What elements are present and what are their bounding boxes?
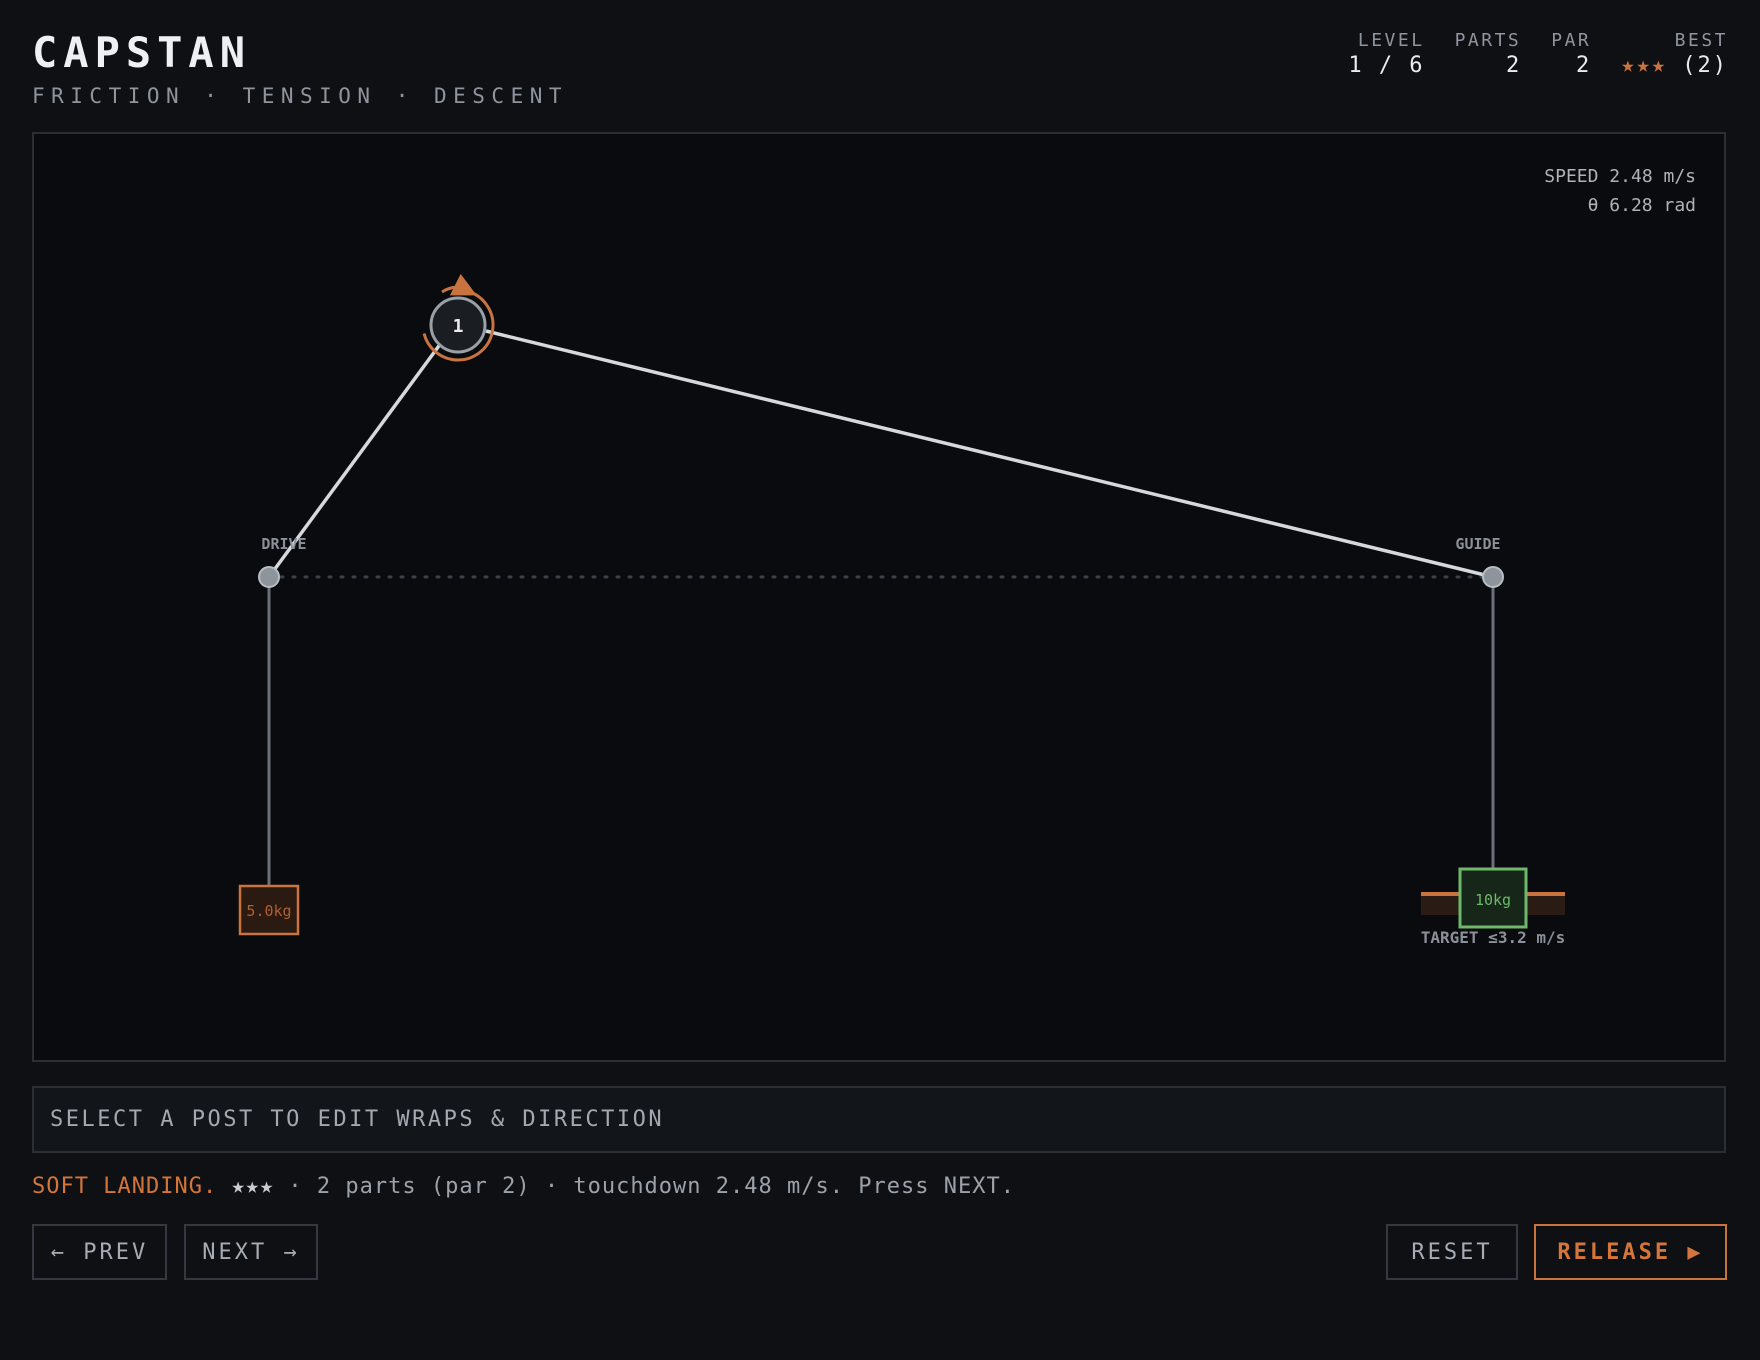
best-count: (2): [1667, 53, 1728, 78]
game-screen: CAPSTAN FRICTION · TENSION · DESCENT LEV…: [0, 0, 1760, 1360]
post-editor-hint: SELECT A POST TO EDIT WRAPS & DIRECTION: [32, 1086, 1726, 1153]
counterweight-label: 5.0kg: [246, 902, 291, 920]
stat-par: PAR 2: [1551, 30, 1591, 80]
best-label: BEST: [1674, 30, 1728, 51]
parts-label: PARTS: [1454, 30, 1522, 51]
speed-readout: SPEED 2.48 m/s: [1544, 166, 1696, 187]
status-detail: · 2 parts (par 2) · touchdown 2.48 m/s. …: [274, 1174, 1015, 1199]
rope-capstan-to-guide: [485, 329, 1494, 579]
status-stars: ★★★: [231, 1174, 275, 1199]
counterweight-block: 5.0kg: [238, 884, 300, 936]
prev-button[interactable]: ← PREV: [32, 1224, 167, 1280]
par-label: PAR: [1551, 30, 1592, 51]
next-button[interactable]: NEXT →: [184, 1224, 318, 1280]
capstan-number: 1: [453, 316, 464, 337]
stat-best: BEST ★★★ (2): [1621, 30, 1728, 80]
capstan-post[interactable]: 1: [417, 273, 498, 365]
status-message: SOFT LANDING. ★★★ · 2 parts (par 2) · to…: [32, 1174, 1015, 1199]
stat-level: LEVEL 1 / 6: [1348, 30, 1424, 80]
load-label: 10kg: [1475, 891, 1511, 909]
angle-readout: θ 6.28 rad: [1587, 195, 1696, 216]
guide-label: GUIDE: [1455, 535, 1500, 553]
par-value: 2: [1576, 53, 1592, 78]
sim-readout: SPEED 2.48 m/s θ 6.28 rad: [1544, 162, 1696, 220]
release-button[interactable]: RELEASE ▶: [1534, 1224, 1727, 1280]
game-subtitle: FRICTION · TENSION · DESCENT: [32, 84, 569, 108]
best-stars: ★★★: [1621, 53, 1668, 78]
scene-svg: 1 DRIVE GUIDE 5.0kg 10kg TARGET ≤3.2 m/s: [238, 273, 1566, 947]
status-headline: SOFT LANDING.: [32, 1174, 218, 1199]
drive-label: DRIVE: [261, 535, 306, 553]
guide-post[interactable]: GUIDE: [1455, 535, 1504, 588]
best-value: ★★★ (2): [1621, 52, 1728, 80]
game-title: CAPSTAN: [32, 28, 252, 77]
parts-value: 2: [1506, 53, 1522, 78]
load-block: 10kg: [1458, 867, 1528, 929]
rotation-arrow-icon: [441, 273, 477, 296]
level-value: 1 / 6: [1348, 53, 1425, 78]
target-label: TARGET ≤3.2 m/s: [1421, 928, 1566, 947]
level-label: LEVEL: [1357, 30, 1425, 51]
stat-parts: PARTS 2: [1455, 30, 1522, 80]
simulation-canvas[interactable]: 1 DRIVE GUIDE 5.0kg 10kg TARGET ≤3.2 m/s…: [32, 132, 1726, 1062]
stats-panel: LEVEL 1 / 6 PARTS 2 PAR 2 BEST ★★★ (2): [1348, 30, 1728, 80]
reset-button[interactable]: RESET: [1386, 1224, 1518, 1280]
